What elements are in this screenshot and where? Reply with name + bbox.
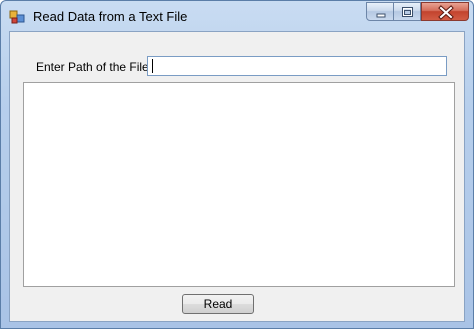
file-path-input[interactable] — [147, 56, 447, 76]
read-button[interactable]: Read — [182, 294, 254, 314]
form-app-icon — [9, 9, 25, 25]
title-bar[interactable]: Read Data from a Text File — [1, 1, 473, 31]
app-window: Read Data from a Text File Enter Path of… — [0, 0, 474, 329]
window-title: Read Data from a Text File — [33, 9, 188, 24]
form-client-area: Enter Path of the File: Read — [9, 31, 465, 322]
minimize-icon — [376, 13, 386, 18]
text-caret — [152, 59, 153, 73]
minimize-button[interactable] — [366, 2, 394, 21]
maximize-button[interactable] — [394, 2, 421, 21]
close-button[interactable] — [421, 2, 469, 21]
path-label: Enter Path of the File: — [36, 60, 153, 74]
maximize-icon — [402, 7, 413, 17]
file-content-textarea[interactable] — [23, 82, 455, 287]
close-icon — [438, 5, 454, 20]
